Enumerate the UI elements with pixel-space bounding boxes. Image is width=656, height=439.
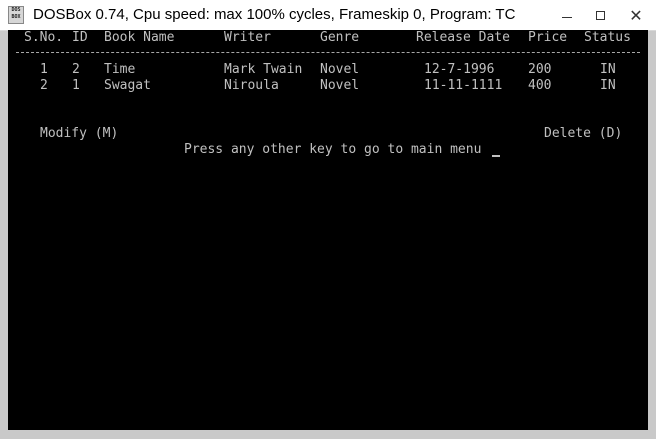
- row2-release-date: 11-11-1111: [424, 78, 503, 93]
- row1-genre: Novel: [320, 62, 360, 77]
- main-menu-prompt: Press any other key to go to main menu: [184, 142, 482, 157]
- col-header-release-date: Release Date: [416, 30, 510, 45]
- maximize-icon: [595, 10, 605, 20]
- row1-book-name: Time: [104, 62, 136, 77]
- modify-option[interactable]: Modify (M): [40, 126, 118, 142]
- row1-status: IN: [600, 62, 616, 77]
- minimize-icon: [562, 16, 572, 18]
- col-header-price: Price: [528, 30, 568, 45]
- maximize-button[interactable]: [585, 0, 615, 30]
- dos-screen[interactable]: S.No. ID Book Name Writer Genre Release …: [8, 30, 648, 430]
- col-header-book-name: Book Name: [104, 30, 175, 45]
- row2-genre: Novel: [320, 78, 360, 93]
- col-header-genre: Genre: [320, 30, 360, 45]
- row2-writer: Niroula: [224, 78, 279, 93]
- row1-id: 2: [72, 62, 80, 77]
- col-header-writer: Writer: [224, 30, 271, 45]
- delete-option[interactable]: Delete (D): [544, 126, 622, 142]
- row2-book-name: Swagat: [104, 78, 151, 93]
- header-separator: [16, 52, 640, 53]
- row1-writer: Mark Twain: [224, 62, 303, 77]
- minimize-button[interactable]: [552, 0, 582, 30]
- dosbox-window: DOS BOX DOSBox 0.74, Cpu speed: max 100%…: [0, 0, 656, 439]
- col-header-id: ID: [72, 30, 88, 45]
- window-title: DOSBox 0.74, Cpu speed: max 100% cycles,…: [33, 6, 516, 23]
- text-cursor: [492, 155, 500, 157]
- row1-release-date: 12-7-1996: [424, 62, 495, 77]
- col-header-sno: S.No.: [24, 30, 64, 45]
- row2-id: 1: [72, 78, 80, 93]
- row1-price: 200: [528, 62, 552, 77]
- row2-sno: 2: [40, 78, 48, 93]
- row2-price: 400: [528, 78, 552, 93]
- close-icon: ✕: [629, 5, 643, 25]
- close-button[interactable]: ✕: [618, 0, 654, 30]
- col-header-status: Status: [584, 30, 631, 45]
- dosbox-app-icon[interactable]: DOS BOX: [8, 6, 24, 24]
- row2-status: IN: [600, 78, 616, 93]
- title-bar[interactable]: DOS BOX DOSBox 0.74, Cpu speed: max 100%…: [0, 0, 656, 31]
- row1-sno: 1: [40, 62, 48, 77]
